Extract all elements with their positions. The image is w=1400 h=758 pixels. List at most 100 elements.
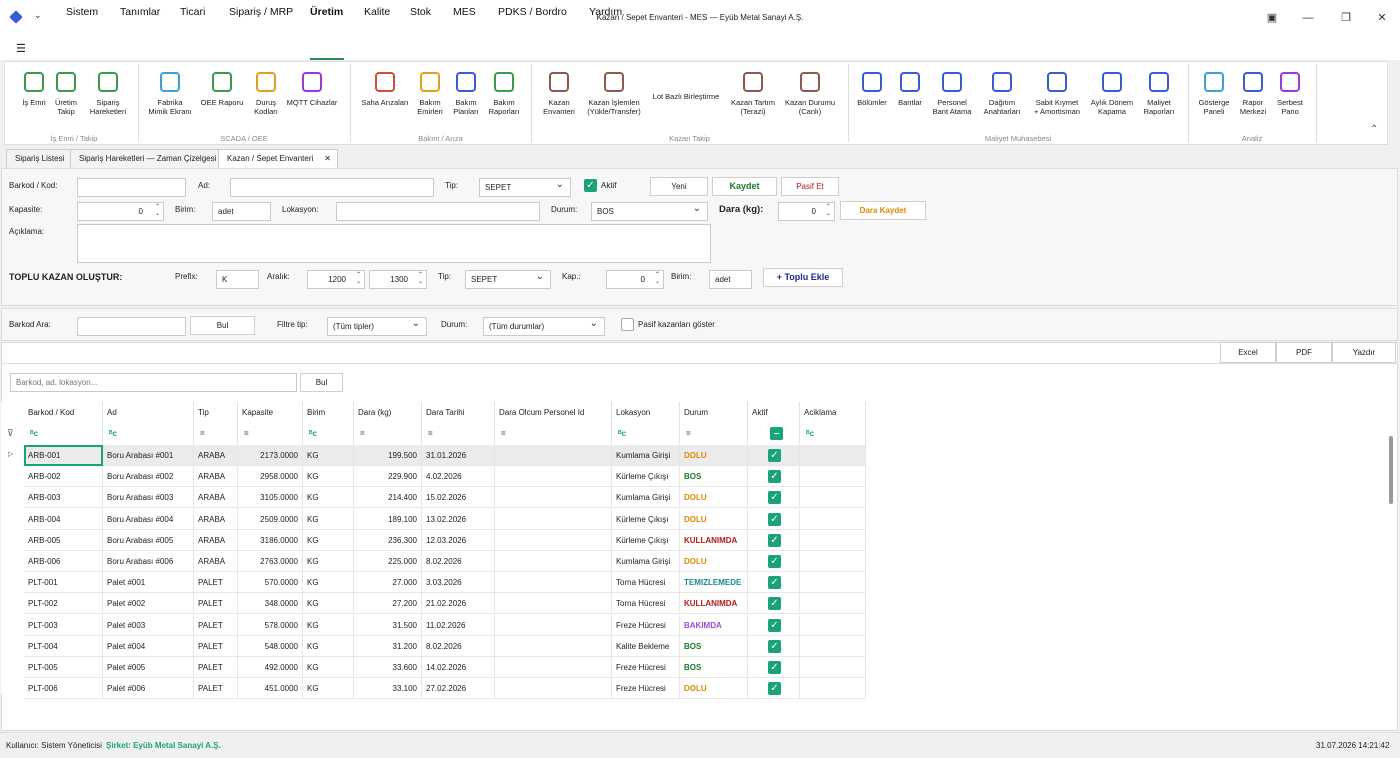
filter-checkbox-icon[interactable]: – xyxy=(770,427,783,440)
aciklama-textarea[interactable] xyxy=(77,224,711,263)
table-cell[interactable] xyxy=(800,593,866,615)
table-cell[interactable]: 27.000 xyxy=(354,572,422,594)
table-cell[interactable] xyxy=(495,445,612,466)
table-cell[interactable] xyxy=(800,657,866,678)
table-cell[interactable]: ✓ xyxy=(748,445,800,466)
column-header[interactable]: Durum xyxy=(680,402,748,424)
column-filter-cell[interactable]: ᴮᴄ xyxy=(800,424,866,444)
table-cell[interactable]: Palet #004 xyxy=(103,635,194,657)
aktif-cell-checkbox[interactable]: ✓ xyxy=(768,597,781,611)
table-cell[interactable]: Torna Hücresi xyxy=(612,572,680,594)
toplu-ekle-button[interactable]: + Toplu Ekle xyxy=(763,268,843,287)
close-button[interactable]: ✕ xyxy=(1372,8,1392,28)
aralik-end-input[interactable]: 1300 xyxy=(369,270,427,289)
table-cell[interactable]: 236.300 xyxy=(354,529,422,551)
table-cell[interactable]: Kürleme Çıkışı xyxy=(612,466,680,488)
menu-item-7[interactable]: MES xyxy=(453,6,476,18)
table-cell[interactable]: KG xyxy=(303,614,354,636)
table-cell[interactable]: 8.02.2026 xyxy=(422,551,495,572)
table-cell[interactable]: PLT-004 xyxy=(24,635,103,657)
table-row[interactable]: ARB-001 Boru Arabası #001 ARABA 2173.0000 KG… xyxy=(24,445,866,466)
table-row[interactable]: PLT-006 Palet #006 PALET 451.0000 KG 33.100 27… xyxy=(24,678,866,700)
aktif-checkbox[interactable]: ✓ xyxy=(584,179,597,192)
aktif-cell-checkbox[interactable]: ✓ xyxy=(768,555,781,568)
table-cell[interactable] xyxy=(495,551,612,572)
table-cell[interactable]: KULLANIMDA xyxy=(680,529,748,551)
table-cell[interactable]: 2763.0000 xyxy=(238,551,303,572)
table-cell[interactable]: 570.0000 xyxy=(238,572,303,594)
table-cell[interactable]: Freze Hücresi xyxy=(612,657,680,678)
table-cell[interactable]: Palet #003 xyxy=(103,614,194,636)
table-cell[interactable]: DOLU xyxy=(680,487,748,509)
aktif-cell-checkbox[interactable]: ✓ xyxy=(768,449,781,462)
table-cell[interactable]: 214.400 xyxy=(354,487,422,509)
column-filter-cell[interactable]: – xyxy=(748,424,800,444)
menu-item-2[interactable]: Ticari xyxy=(180,6,205,18)
grid-search-input[interactable] xyxy=(10,373,297,392)
table-cell[interactable] xyxy=(800,551,866,572)
lokasyon-input[interactable] xyxy=(336,202,540,221)
column-header[interactable]: Barkod / Kod xyxy=(24,402,103,424)
table-cell[interactable]: Palet #002 xyxy=(103,593,194,615)
table-cell[interactable]: 31.500 xyxy=(354,614,422,636)
table-cell[interactable]: ✓ xyxy=(748,529,800,551)
table-cell[interactable]: ARB-002 xyxy=(24,466,103,488)
table-row[interactable]: ARB-004 Boru Arabası #004 ARABA 2509.0000 KG… xyxy=(24,508,866,530)
table-cell[interactable]: KG xyxy=(303,593,354,615)
table-row[interactable]: PLT-003 Palet #003 PALET 578.0000 KG 31.500 11… xyxy=(24,614,866,636)
table-cell[interactable] xyxy=(495,487,612,509)
column-filter-cell[interactable]: = xyxy=(238,424,303,444)
table-cell[interactable]: KG xyxy=(303,529,354,551)
table-cell[interactable] xyxy=(800,487,866,509)
table-cell[interactable]: 15.02.2026 xyxy=(422,487,495,509)
table-cell[interactable]: BOS xyxy=(680,635,748,657)
table-cell[interactable]: BOS xyxy=(680,466,748,488)
table-cell[interactable]: KG xyxy=(303,466,354,488)
prefix-input[interactable]: K xyxy=(216,270,259,289)
kapasite-input[interactable]: 0 xyxy=(77,202,164,221)
table-cell[interactable] xyxy=(495,678,612,700)
table-row[interactable]: PLT-002 Palet #002 PALET 348.0000 KG 27.200 21… xyxy=(24,593,866,615)
aktif-cell-checkbox[interactable]: ✓ xyxy=(768,512,781,526)
table-cell[interactable] xyxy=(800,678,866,700)
column-header[interactable]: Ad xyxy=(103,402,194,424)
table-cell[interactable]: KG xyxy=(303,487,354,509)
bul-button[interactable]: Bul xyxy=(190,316,255,335)
column-filter-cell[interactable]: = xyxy=(680,424,748,444)
filtre-tip-select[interactable]: (Tüm tipler) xyxy=(327,315,427,336)
column-header[interactable]: Lokasyon xyxy=(612,402,680,424)
table-cell[interactable]: Palet #005 xyxy=(103,657,194,678)
table-cell[interactable]: ARB-004 xyxy=(24,508,103,530)
table-cell[interactable]: 3.03.2026 xyxy=(422,572,495,594)
grid-scrollbar[interactable] xyxy=(1389,436,1393,504)
column-header[interactable]: Dara Olcum Personel Id xyxy=(495,402,612,424)
restore-icon[interactable]: ▣ xyxy=(1262,8,1282,28)
table-cell[interactable]: PALET xyxy=(194,635,238,657)
menu-item-4[interactable]: Üretim xyxy=(310,6,343,18)
table-cell[interactable] xyxy=(495,635,612,657)
aralik-start-input[interactable]: 1200 xyxy=(307,270,365,289)
barkod-input[interactable] xyxy=(77,178,186,197)
aktif-cell-checkbox[interactable]: ✓ xyxy=(768,661,781,674)
table-row[interactable]: ARB-003 Boru Arabası #003 ARABA 3105.0000 KG… xyxy=(24,487,866,509)
table-cell[interactable]: ARABA xyxy=(194,487,238,509)
column-filter-cell[interactable]: = xyxy=(495,424,612,444)
table-row[interactable]: ARB-006 Boru Arabası #006 ARABA 2763.0000 KG… xyxy=(24,551,866,572)
table-cell[interactable]: 225.000 xyxy=(354,551,422,572)
ribbon-button-6[interactable]: MQTT Cihazlar xyxy=(276,72,348,107)
table-cell[interactable]: KULLANIMDA xyxy=(680,593,748,615)
table-row[interactable]: PLT-005 Palet #005 PALET 492.0000 KG 33.600 14… xyxy=(24,657,866,678)
table-cell[interactable]: 11.02.2026 xyxy=(422,614,495,636)
table-cell[interactable] xyxy=(495,466,612,488)
table-cell[interactable]: ARB-005 xyxy=(24,529,103,551)
table-cell[interactable]: Boru Arabası #002 xyxy=(103,466,194,488)
table-cell[interactable] xyxy=(495,614,612,636)
table-cell[interactable]: ✓ xyxy=(748,635,800,657)
menu-item-8[interactable]: PDKS / Bordro xyxy=(498,6,567,18)
table-cell[interactable]: 348.0000 xyxy=(238,593,303,615)
column-header[interactable]: Kapasite xyxy=(238,402,303,424)
dara-kaydet-button[interactable]: Dara Kaydet xyxy=(840,201,926,220)
yazdir-button[interactable]: Yazdır xyxy=(1332,342,1396,363)
barkod-ara-input[interactable] xyxy=(77,317,186,336)
aktif-cell-checkbox[interactable]: ✓ xyxy=(768,682,781,696)
